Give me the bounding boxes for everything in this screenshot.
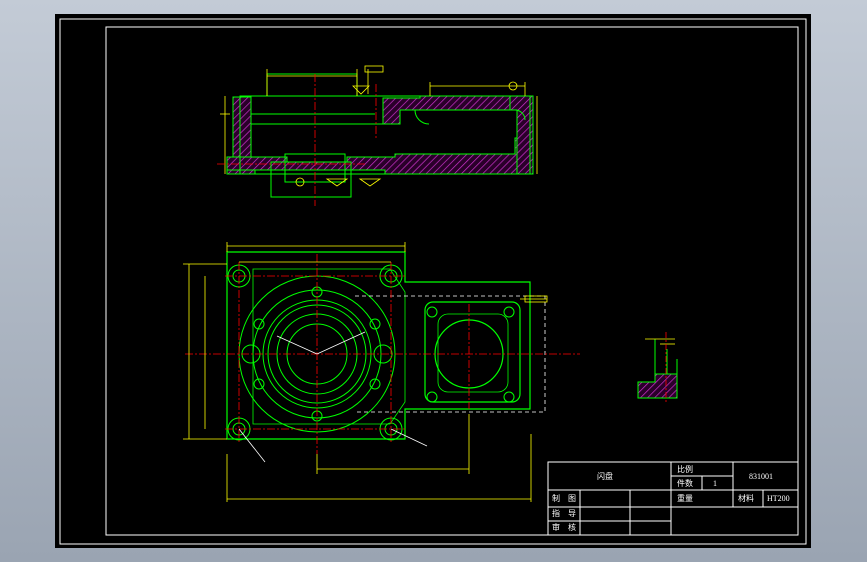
drawing-sheet: 闪盘 比例 件数 1 831001 制 图 指 导 审 核 重量 材料 HT20… bbox=[55, 14, 811, 548]
drawing-number: 831001 bbox=[749, 472, 773, 481]
section-hatch-boss bbox=[382, 95, 511, 125]
part-name: 闪盘 bbox=[597, 472, 613, 481]
material-label: 材料 bbox=[738, 494, 754, 503]
quantity-label: 件数 bbox=[677, 479, 693, 488]
material-value: HT200 bbox=[767, 494, 790, 503]
drawn-label: 制 图 bbox=[552, 494, 576, 503]
review-label: 审 核 bbox=[552, 523, 576, 532]
detail-view bbox=[637, 332, 678, 404]
weight-label: 重量 bbox=[677, 494, 693, 503]
quantity-value: 1 bbox=[713, 479, 717, 488]
section-view bbox=[217, 65, 538, 206]
section-hatch-bottom bbox=[226, 137, 528, 175]
guide-label: 指 导 bbox=[552, 509, 576, 518]
plan-view bbox=[183, 242, 580, 502]
cad-drawing bbox=[59, 18, 807, 545]
scale-label: 比例 bbox=[677, 465, 693, 474]
